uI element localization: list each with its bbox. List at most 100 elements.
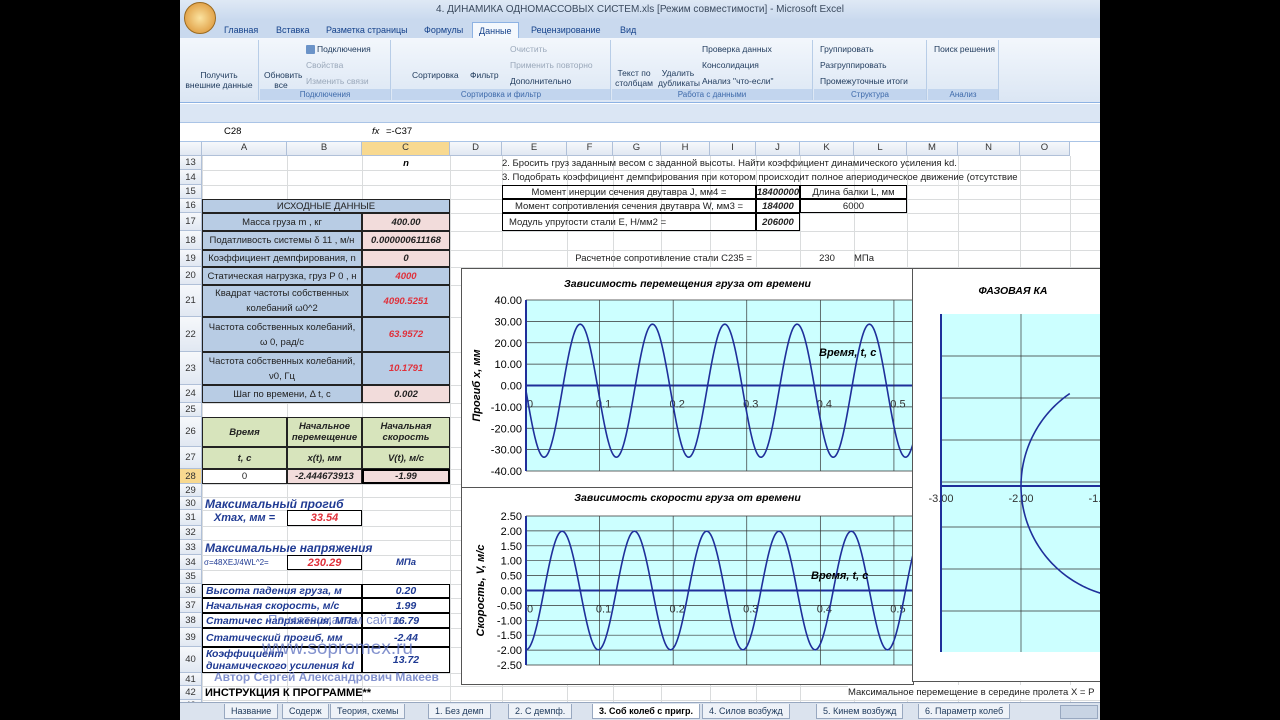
name-box[interactable]: C28 bbox=[224, 126, 241, 137]
consolidate-button[interactable]: Консолидация bbox=[702, 60, 759, 70]
row-header-31[interactable]: 31 bbox=[180, 510, 202, 526]
sheet-tab[interactable]: 2. С демпф. bbox=[508, 704, 573, 719]
office-button[interactable] bbox=[184, 2, 216, 34]
row-header-35[interactable]: 35 bbox=[180, 570, 202, 584]
tab-data[interactable]: Данные bbox=[472, 22, 519, 39]
row-header-23[interactable]: 23 bbox=[180, 352, 202, 385]
sheet-tab[interactable]: 1. Без демп bbox=[428, 704, 491, 719]
row-header-40[interactable]: 40 bbox=[180, 647, 202, 673]
row-header-13[interactable]: 13 bbox=[180, 156, 202, 170]
worksheet-grid[interactable]: A B C D E F G H I J K L M N O 13 14 15 16 17 18 19 20 21 22 23 24 2… bbox=[180, 142, 1100, 716]
sheet-tab[interactable]: Теория, схемы bbox=[330, 704, 406, 719]
column-header-H[interactable]: H bbox=[661, 142, 710, 156]
row-header-39[interactable]: 39 bbox=[180, 628, 202, 647]
subtotal-button[interactable]: Промежуточные итоги bbox=[820, 76, 908, 86]
row-header-14[interactable]: 14 bbox=[180, 170, 202, 185]
row-header-20[interactable]: 20 bbox=[180, 267, 202, 285]
row-header-26[interactable]: 26 bbox=[180, 417, 202, 447]
column-header-L[interactable]: L bbox=[854, 142, 907, 156]
column-header-O[interactable]: O bbox=[1020, 142, 1070, 156]
tab-page-layout[interactable]: Разметка страницы bbox=[320, 22, 414, 38]
text-to-columns-button[interactable]: Текст по столбцам bbox=[614, 68, 654, 88]
tab-insert[interactable]: Вставка bbox=[270, 22, 315, 38]
sheet-tab[interactable]: 5. Кинем возбужд bbox=[816, 704, 904, 719]
row-header-27[interactable]: 27 bbox=[180, 447, 202, 469]
tab-view[interactable]: Вид bbox=[614, 22, 642, 38]
tab-review[interactable]: Рецензирование bbox=[525, 22, 607, 38]
result-label: Начальная скорость, м/с bbox=[202, 598, 362, 613]
row-header-15[interactable]: 15 bbox=[180, 185, 202, 199]
column-header-D[interactable]: D bbox=[450, 142, 502, 156]
input-value[interactable]: 400.00 bbox=[362, 213, 450, 231]
row-header-25[interactable]: 25 bbox=[180, 403, 202, 417]
get-external-data-button[interactable]: Получить внешние данные bbox=[184, 70, 254, 90]
row-header-41[interactable]: 41 bbox=[180, 673, 202, 686]
row-header-28[interactable]: 28 bbox=[180, 469, 202, 484]
column-header-M[interactable]: M bbox=[907, 142, 958, 156]
column-header-A[interactable]: A bbox=[202, 142, 287, 156]
tab-home[interactable]: Главная bbox=[218, 22, 264, 38]
row-header-34[interactable]: 34 bbox=[180, 555, 202, 570]
row-header-19[interactable]: 19 bbox=[180, 250, 202, 267]
column-header-K[interactable]: K bbox=[800, 142, 854, 156]
chart-2[interactable]: ФАЗОВАЯ КА-3.00-2.00-1.00 bbox=[912, 268, 1100, 682]
row-header-42[interactable]: 42 bbox=[180, 686, 202, 700]
row-header-16[interactable]: 16 bbox=[180, 199, 202, 213]
disp-value[interactable]: -2.444673913 bbox=[287, 469, 362, 484]
refresh-all-button[interactable]: Обновить все bbox=[264, 70, 303, 90]
data-validation-button[interactable]: Проверка данных bbox=[702, 44, 772, 54]
row-header-37[interactable]: 37 bbox=[180, 598, 202, 613]
column-header-J[interactable]: J bbox=[756, 142, 800, 156]
input-value[interactable]: 0.002 bbox=[362, 385, 450, 403]
sheet-tab[interactable]: 3. Соб колеб с пригр. bbox=[592, 704, 700, 719]
row-header-33[interactable]: 33 bbox=[180, 540, 202, 555]
sheet-tab[interactable]: 6. Параметр колеб bbox=[918, 704, 1011, 719]
input-value[interactable]: 0 bbox=[362, 250, 450, 267]
column-header-E[interactable]: E bbox=[502, 142, 567, 156]
sheet-tab[interactable]: Содерж bbox=[282, 704, 329, 719]
sort-button[interactable]: Сортировка bbox=[412, 70, 459, 80]
filter-button[interactable]: Фильтр bbox=[470, 70, 499, 80]
advanced-button[interactable]: Дополнительно bbox=[510, 76, 571, 86]
sheet-tab[interactable]: 4. Силов возбужд bbox=[702, 704, 790, 719]
column-header-C[interactable]: C bbox=[362, 142, 450, 156]
row-header-24[interactable]: 24 bbox=[180, 385, 202, 403]
column-header-F[interactable]: F bbox=[567, 142, 613, 156]
column-header-B[interactable]: B bbox=[287, 142, 362, 156]
row-header-22[interactable]: 22 bbox=[180, 317, 202, 352]
column-header-G[interactable]: G bbox=[613, 142, 661, 156]
column-header-N[interactable]: N bbox=[958, 142, 1020, 156]
formula-input[interactable]: =-C37 bbox=[366, 126, 412, 137]
properties-button[interactable]: Свойства bbox=[306, 60, 343, 70]
row-header-32[interactable]: 32 bbox=[180, 526, 202, 540]
row-header-36[interactable]: 36 bbox=[180, 584, 202, 598]
input-label: Шаг по времени, Δ t, с bbox=[202, 385, 362, 403]
edit-links-button[interactable]: Изменить связи bbox=[306, 76, 369, 86]
row-header-30[interactable]: 30 bbox=[180, 497, 202, 510]
clear-button[interactable]: Очистить bbox=[510, 44, 547, 54]
reapply-button[interactable]: Применить повторно bbox=[510, 60, 593, 70]
connections-button[interactable]: Подключения bbox=[306, 44, 371, 55]
input-value[interactable]: 0.000000611168 bbox=[362, 231, 450, 250]
row-header-17[interactable]: 17 bbox=[180, 213, 202, 231]
what-if-button[interactable]: Анализ "что-если" bbox=[702, 76, 774, 86]
column-header-I[interactable]: I bbox=[710, 142, 756, 156]
row-header-18[interactable]: 18 bbox=[180, 231, 202, 250]
tab-formulas[interactable]: Формулы bbox=[418, 22, 469, 38]
row-header-29[interactable]: 29 bbox=[180, 484, 202, 497]
horizontal-scrollbar[interactable] bbox=[1060, 705, 1098, 719]
group-button[interactable]: Группировать bbox=[820, 44, 874, 54]
row-header-38[interactable]: 38 bbox=[180, 613, 202, 628]
row-header-21[interactable]: 21 bbox=[180, 285, 202, 317]
chart-0[interactable]: Зависимость перемещения груза от времени… bbox=[461, 268, 914, 489]
ungroup-button[interactable]: Разгруппировать bbox=[820, 60, 887, 70]
chart-1[interactable]: Зависимость скорости груза от времени 2.5… bbox=[461, 487, 914, 685]
vel-value-selected[interactable]: -1.99 bbox=[362, 469, 450, 484]
solver-button[interactable]: Поиск решения bbox=[934, 44, 995, 54]
remove-duplicates-button[interactable]: Удалить дубликаты bbox=[658, 68, 700, 88]
xmax-label: Xmax, мм = bbox=[213, 512, 276, 524]
sheet-tab[interactable]: Название bbox=[224, 704, 279, 719]
time-value[interactable]: 0 bbox=[202, 469, 287, 484]
select-all[interactable] bbox=[180, 142, 202, 156]
sheet-nav-buttons[interactable] bbox=[184, 706, 220, 716]
